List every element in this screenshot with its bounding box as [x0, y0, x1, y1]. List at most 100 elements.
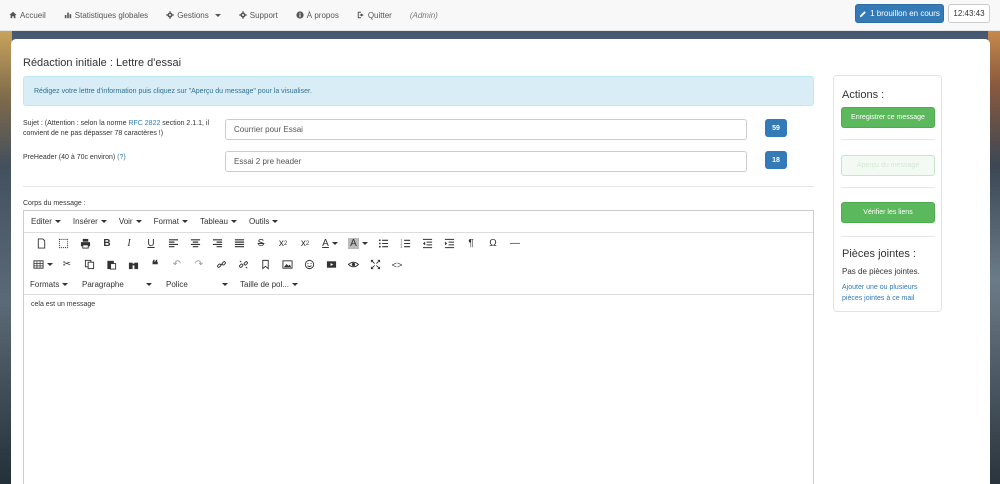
indent-icon[interactable]	[438, 235, 460, 253]
formats-dropdown[interactable]: Formats	[30, 280, 82, 289]
chevron-down-icon	[135, 220, 142, 223]
paste-icon[interactable]	[100, 256, 122, 274]
nav-stats-label: Statistiques globales	[74, 10, 149, 20]
actions-title: Actions :	[842, 89, 885, 101]
nav-support-label: Support	[249, 10, 278, 20]
find-icon[interactable]	[122, 256, 144, 274]
preheader-value: Essai 2 pre header	[234, 157, 302, 166]
sidebar-divider	[841, 187, 935, 188]
chevron-down-icon	[230, 220, 237, 223]
horizontal-rule-icon[interactable]: —	[504, 235, 526, 253]
font-dropdown[interactable]: Police	[160, 280, 236, 289]
home-icon	[9, 11, 17, 19]
rfc-link[interactable]: RFC 2822	[128, 120, 160, 127]
menu-table[interactable]: Tableau	[200, 217, 237, 226]
nav-support[interactable]: Support	[239, 11, 278, 20]
subject-char-count: 59	[765, 119, 787, 137]
menu-edit-label: Editer	[31, 217, 52, 226]
redo-icon[interactable]: ↷	[188, 256, 210, 274]
preheader-help-link[interactable]: (?)	[117, 154, 126, 161]
font-size-dropdown[interactable]: Taille de pol...	[236, 280, 308, 289]
unlink-icon[interactable]	[232, 256, 254, 274]
superscript-icon[interactable]: x2	[272, 235, 294, 253]
nav-gestions[interactable]: Gestions	[166, 11, 221, 20]
outdent-icon[interactable]	[416, 235, 438, 253]
chevron-down-icon	[291, 283, 298, 286]
menu-view-label: Voir	[118, 217, 133, 226]
paragraph-label: Paragraphe	[82, 280, 124, 289]
chevron-down-icon	[214, 13, 221, 17]
menu-format-label: Format	[153, 217, 179, 226]
blockquote-icon[interactable]: ❝	[144, 256, 166, 274]
link-icon[interactable]	[210, 256, 232, 274]
top-navbar: Accueil Statistiques globales Gestions S…	[0, 0, 1000, 31]
media-icon[interactable]	[320, 256, 342, 274]
main-panel: Rédaction initiale : Lettre d'essai Rédi…	[11, 39, 990, 484]
chevron-down-icon	[146, 283, 152, 286]
select-all-icon[interactable]	[52, 235, 74, 253]
subject-input[interactable]: Courrier pour Essai	[225, 119, 747, 140]
bold-icon[interactable]: B	[96, 235, 118, 253]
preheader-char-count: 18	[765, 151, 787, 169]
align-center-icon[interactable]	[184, 235, 206, 253]
align-right-icon[interactable]	[206, 235, 228, 253]
bookmark-icon[interactable]	[254, 256, 276, 274]
nav-stats[interactable]: Statistiques globales	[64, 11, 148, 20]
menu-format[interactable]: Format	[154, 217, 188, 226]
preview-icon[interactable]	[342, 256, 364, 274]
paragraph-icon[interactable]: ¶	[460, 235, 482, 253]
check-links-button[interactable]: Vérifier les liens	[841, 202, 935, 223]
chevron-down-icon	[181, 220, 188, 223]
emoticon-icon[interactable]	[298, 256, 320, 274]
chevron-down-icon	[272, 220, 279, 223]
clock: 12:43:43	[948, 4, 990, 23]
editor-content-area[interactable]: cela est un message	[24, 295, 813, 314]
menu-tools-label: Outils	[248, 217, 270, 226]
save-button[interactable]: Enregistrer ce message	[841, 107, 935, 128]
subscript-icon[interactable]: x2	[294, 235, 316, 253]
undo-icon[interactable]: ↶	[166, 256, 188, 274]
drafts-button[interactable]: 1 brouillon en cours	[855, 4, 944, 23]
editor-menubar: Editer Insérer Voir Format Tableau Outil…	[24, 211, 813, 233]
add-attachments-link[interactable]: Ajouter une ou plusieurs pièces jointes …	[842, 282, 938, 304]
paragraph-dropdown[interactable]: Paragraphe	[82, 280, 160, 289]
align-left-icon[interactable]	[162, 235, 184, 253]
preview-button[interactable]: Aperçu du message	[841, 155, 935, 176]
image-icon[interactable]	[276, 256, 298, 274]
preheader-label-text: PreHeader (40 à 70c environ)	[23, 154, 118, 161]
fullscreen-icon[interactable]	[364, 256, 386, 274]
numbered-list-icon[interactable]: 123	[394, 235, 416, 253]
bullet-list-icon[interactable]	[372, 235, 394, 253]
drafts-label: 1 brouillon en cours	[870, 9, 940, 18]
body-label: Corps du message :	[23, 200, 86, 207]
preheader-input[interactable]: Essai 2 pre header	[225, 151, 747, 172]
menu-edit[interactable]: Editer	[31, 217, 61, 226]
editor-toolbar-row-1: B I U S x2 x2 A A 123 ¶ Ω —	[24, 233, 813, 254]
logout-icon	[357, 11, 364, 19]
new-document-icon[interactable]	[30, 235, 52, 253]
menu-view[interactable]: Voir	[119, 217, 142, 226]
subject-label: Sujet : (Attention : selon la norme RFC …	[23, 119, 213, 139]
subject-value: Courrier pour Essai	[234, 125, 303, 134]
nav-about[interactable]: À propos	[296, 11, 339, 20]
copy-icon[interactable]	[78, 256, 100, 274]
attachments-title: Pièces jointes :	[842, 248, 916, 260]
italic-icon[interactable]: I	[118, 235, 140, 253]
code-icon[interactable]: <>	[386, 256, 408, 274]
cut-icon[interactable]: ✂	[56, 256, 78, 274]
menu-insert[interactable]: Insérer	[73, 217, 107, 226]
text-color-icon[interactable]: A	[316, 235, 344, 253]
print-icon[interactable]	[74, 235, 96, 253]
underline-icon[interactable]: U	[140, 235, 162, 253]
background-color-icon[interactable]: A	[344, 235, 372, 253]
nav-logout[interactable]: Quitter	[357, 11, 392, 20]
admin-badge: (Admin)	[409, 10, 438, 20]
menu-tools[interactable]: Outils	[248, 217, 279, 226]
table-icon[interactable]	[30, 256, 56, 274]
nav-home[interactable]: Accueil	[9, 11, 46, 20]
justify-icon[interactable]	[228, 235, 250, 253]
info-text: Rédigez votre lettre d'information puis …	[34, 87, 312, 95]
special-char-icon[interactable]: Ω	[482, 235, 504, 253]
subject-label-text: Sujet : (Attention : selon la norme	[23, 120, 129, 127]
strikethrough-icon[interactable]: S	[250, 235, 272, 253]
